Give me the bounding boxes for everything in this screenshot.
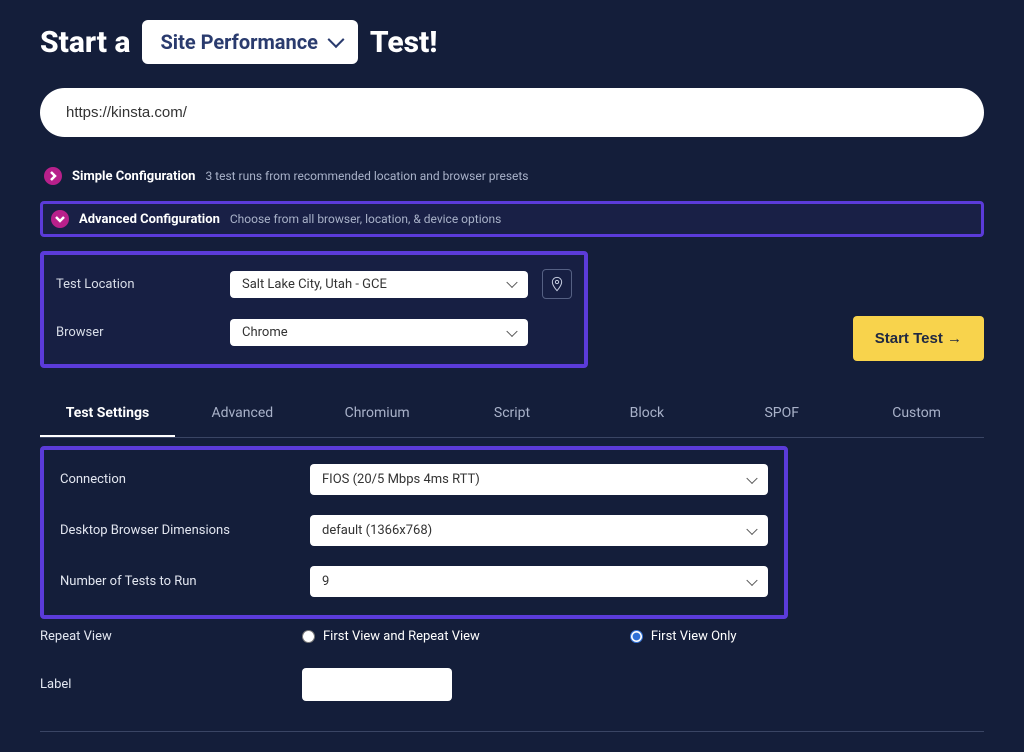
tab-custom[interactable]: Custom — [849, 391, 984, 437]
map-button[interactable] — [542, 269, 572, 299]
tab-chromium[interactable]: Chromium — [310, 391, 445, 437]
dimensions-select[interactable]: default (1366x768) — [310, 515, 768, 546]
tab-advanced[interactable]: Advanced — [175, 391, 310, 437]
label-field-label: Label — [40, 677, 302, 692]
chevron-right-icon — [44, 167, 62, 185]
tab-test-settings[interactable]: Test Settings — [40, 391, 175, 437]
test-type-select[interactable]: Site Performance — [142, 20, 357, 64]
page-header: Start a Site Performance Test! — [40, 20, 984, 64]
advanced-config-title: Advanced Configuration — [79, 212, 220, 227]
map-pin-icon — [549, 276, 565, 292]
repeat-view-option-1[interactable]: First View and Repeat View — [302, 629, 480, 644]
chevron-down-icon — [51, 210, 69, 228]
repeat-view-label: Repeat View — [40, 629, 302, 644]
tab-script[interactable]: Script — [445, 391, 580, 437]
tab-spof[interactable]: SPOF — [714, 391, 849, 437]
test-location-label: Test Location — [56, 277, 216, 292]
connection-select[interactable]: FIOS (20/5 Mbps 4ms RTT) — [310, 464, 768, 495]
test-type-value: Site Performance — [160, 30, 317, 54]
repeat-view-row: Repeat View First View and Repeat View F… — [40, 629, 984, 644]
dimensions-label: Desktop Browser Dimensions — [60, 523, 310, 538]
simple-config-toggle[interactable]: Simple Configuration 3 test runs from re… — [40, 161, 984, 191]
repeat-view-option-2[interactable]: First View Only — [630, 629, 737, 644]
browser-label: Browser — [56, 325, 216, 340]
simple-config-title: Simple Configuration — [72, 169, 195, 184]
label-row: Label — [40, 668, 984, 701]
simple-config-desc: 3 test runs from recommended location an… — [205, 169, 528, 183]
browser-select[interactable]: Chrome — [230, 319, 528, 346]
start-test-button[interactable]: Start Test → — [853, 316, 984, 361]
test-settings-panel: Connection FIOS (20/5 Mbps 4ms RTT) Desk… — [40, 446, 788, 619]
tab-block[interactable]: Block — [579, 391, 714, 437]
header-suffix: Test! — [370, 25, 438, 60]
runs-label: Number of Tests to Run — [60, 574, 310, 589]
test-location-select[interactable]: Salt Lake City, Utah - GCE — [230, 271, 528, 298]
header-prefix: Start a — [40, 25, 130, 60]
section-divider — [40, 731, 984, 732]
radio-first-and-repeat[interactable] — [302, 630, 315, 643]
advanced-config-toggle[interactable]: Advanced Configuration Choose from all b… — [40, 201, 984, 237]
connection-label: Connection — [60, 472, 310, 487]
runs-select[interactable]: 9 — [310, 566, 768, 597]
url-input[interactable] — [40, 88, 984, 137]
advanced-config-desc: Choose from all browser, location, & dev… — [230, 212, 501, 226]
settings-tabs: Test Settings Advanced Chromium Script B… — [40, 391, 984, 438]
label-input[interactable] — [302, 668, 452, 701]
radio-first-only[interactable] — [630, 630, 643, 643]
